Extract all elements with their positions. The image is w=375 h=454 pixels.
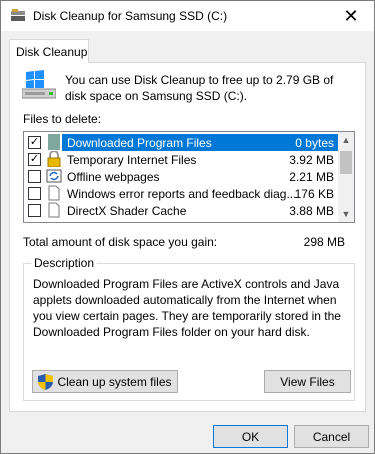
tab-panel: You can use Disk Cleanup to free up to 2… <box>9 62 366 412</box>
list-item[interactable]: DirectX Shader Cache 3.88 MB <box>24 202 340 219</box>
scroll-thumb[interactable] <box>340 151 352 174</box>
drive-icon <box>22 70 56 99</box>
file-name: DirectX Shader Cache <box>67 204 187 218</box>
title-bar: Disk Cleanup for Samsung SSD (C:) ✕ <box>1 1 374 31</box>
close-icon: ✕ <box>343 5 359 26</box>
window-title: Disk Cleanup for Samsung SSD (C:) <box>33 9 228 23</box>
disk-cleanup-icon <box>11 9 25 21</box>
file-name: Temporary Internet Files <box>67 153 197 167</box>
sync-icon <box>46 169 62 183</box>
list-item[interactable]: Offline webpages 2.21 MB <box>24 168 340 185</box>
files-to-delete-list[interactable]: ✓ Downloaded Program Files 0 bytes ✓ Tem… <box>23 131 355 223</box>
file-size: 0 bytes <box>295 136 334 150</box>
ok-button[interactable]: OK <box>213 425 288 448</box>
checkbox[interactable]: ✓ <box>28 136 41 149</box>
file-size: 3.88 MB <box>289 204 334 218</box>
scroll-up-icon[interactable]: ▲ <box>338 132 354 148</box>
total-gain-label: Total amount of disk space you gain: <box>23 235 218 249</box>
file-size: 3.92 MB <box>289 153 334 167</box>
intro-text: You can use Disk Cleanup to free up to 2… <box>65 73 334 103</box>
checkbox[interactable] <box>28 187 41 200</box>
description-legend: Description <box>31 256 98 270</box>
file-icon <box>48 185 60 201</box>
file-size: 176 KB <box>294 187 334 201</box>
checkbox[interactable] <box>28 204 41 217</box>
list-item[interactable]: ✓ Temporary Internet Files 3.92 MB <box>24 151 340 168</box>
description-text: Downloaded Program Files are ActiveX con… <box>33 277 341 339</box>
tab-disk-cleanup[interactable]: Disk Cleanup <box>9 39 89 63</box>
lock-icon <box>47 151 61 167</box>
file-name: Downloaded Program Files <box>67 136 212 150</box>
checkbox[interactable] <box>28 170 41 183</box>
clean-up-system-files-label: Clean up system files <box>57 374 172 389</box>
files-to-delete-label: Files to delete: <box>23 112 102 126</box>
scroll-down-icon[interactable]: ▼ <box>338 206 354 222</box>
clean-up-system-files-button[interactable]: Clean up system files <box>32 370 178 393</box>
total-gain-value: 298 MB <box>303 235 345 249</box>
list-scrollbar[interactable]: ▲ ▼ <box>338 132 354 222</box>
file-name: Windows error reports and feedback diag.… <box>67 187 297 201</box>
list-item[interactable]: Windows error reports and feedback diag.… <box>24 185 340 202</box>
uac-shield-icon <box>38 373 54 390</box>
file-icon <box>48 202 60 218</box>
folder-icon <box>48 134 60 150</box>
file-name: Offline webpages <box>67 170 160 184</box>
file-size: 2.21 MB <box>289 170 334 184</box>
view-files-button[interactable]: View Files <box>264 370 351 393</box>
disk-cleanup-window: Disk Cleanup for Samsung SSD (C:) ✕ Disk… <box>0 0 375 454</box>
checkbox[interactable]: ✓ <box>28 153 41 166</box>
close-button[interactable]: ✕ <box>328 1 374 31</box>
cancel-button[interactable]: Cancel <box>294 425 369 448</box>
list-item[interactable]: ✓ Downloaded Program Files 0 bytes <box>24 134 340 151</box>
